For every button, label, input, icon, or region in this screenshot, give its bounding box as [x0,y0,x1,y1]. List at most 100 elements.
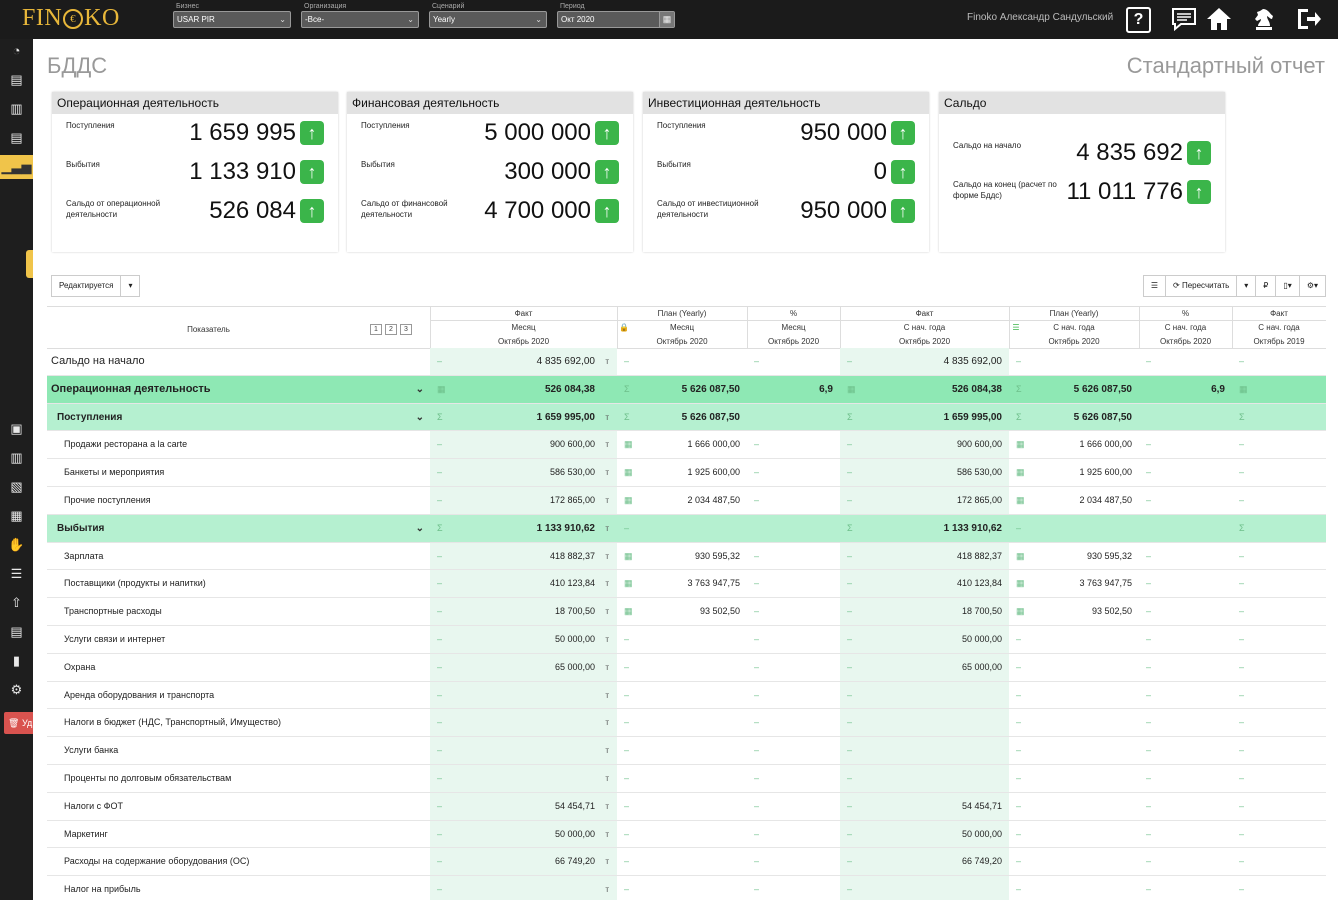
table-cell[interactable]: – 65 000,00 [840,653,1009,681]
table-cell[interactable]: – [1009,682,1139,709]
table-cell[interactable]: – т [430,737,617,764]
table-cell[interactable]: – [617,626,747,653]
trend-icon[interactable]: т [605,543,609,571]
trend-icon[interactable]: т [605,848,609,876]
table-cell[interactable]: – [747,348,840,375]
table-cell[interactable]: – [1009,737,1139,764]
table-cell[interactable]: – [1232,348,1326,375]
table-cell[interactable]: Σ 1 133 910,62 [840,515,1009,542]
presentation-icon[interactable]: ▣ [0,417,33,441]
table-cell[interactable]: Σ 5 626 087,50 [1009,404,1139,431]
period-input[interactable]: Окт 2020 [561,15,595,24]
table-cell[interactable]: – [1139,793,1232,820]
table-cell[interactable]: Σ [1232,404,1326,431]
trend-icon[interactable]: т [605,793,609,821]
table-cell[interactable]: – [1232,431,1326,458]
table-cell[interactable]: – [1232,793,1326,820]
table-cell[interactable]: – [1009,848,1139,875]
table-cell[interactable]: – 18 700,50 [840,598,1009,625]
table-cell[interactable]: – 172 865,00 т [430,487,617,514]
user-name[interactable]: Finoko Александр Сандульский [967,12,1113,23]
table-cell[interactable]: – 586 530,00 т [430,459,617,486]
table-cell[interactable]: – [747,793,840,820]
table-cell[interactable]: – [747,737,840,764]
trend-icon[interactable]: т [605,626,609,654]
table-cell[interactable]: – т [430,765,617,792]
table-cell[interactable]: – 900 600,00 [840,431,1009,459]
table-cell[interactable]: – [1232,654,1326,681]
gear-icon[interactable]: ⚙▾ [1299,275,1326,297]
logo[interactable]: FIN € KO [22,5,120,32]
chevron-down-icon[interactable]: ▾ [121,275,141,297]
help-icon[interactable]: ? [1126,7,1151,33]
table-cell[interactable]: ▦ 526 084,38 [430,376,617,403]
table-cell[interactable]: – [1139,543,1232,570]
table-cell[interactable]: ▦ 930 595,32 [617,543,747,570]
table-cell[interactable]: – [617,821,747,848]
business-select[interactable]: USAR PIR [177,15,215,24]
table-cell[interactable]: Σ 1 659 995,00 т [430,404,617,431]
table-cell[interactable]: – [1139,348,1232,375]
table-cell[interactable]: – [1139,737,1232,764]
organization-filter[interactable]: Организация -Все- ⌄ [301,2,419,28]
table-cell[interactable]: – [1009,626,1139,653]
table-cell[interactable]: – [1232,626,1326,653]
table-cell[interactable]: – [1139,626,1232,653]
invoice-icon[interactable]: ▤ [0,620,33,644]
table-cell[interactable]: – [617,348,747,375]
table-cell[interactable]: – [617,848,747,875]
table-cell[interactable]: 6,9 [1139,376,1232,403]
table-cell[interactable]: – 410 123,84 [840,570,1009,598]
table-cell[interactable]: ▦ 1 666 000,00 [617,431,747,458]
chevron-down-icon[interactable]: ⌄ [416,515,424,543]
trend-icon[interactable]: т [605,431,609,459]
scenario-select[interactable]: Yearly [433,15,455,24]
table-cell[interactable]: Σ 5 626 087,50 [1009,376,1139,403]
table-cell[interactable]: – [1009,654,1139,681]
trend-icon[interactable]: т [605,598,609,626]
table-cell[interactable]: – [747,876,840,900]
table-cell[interactable]: – [1139,876,1232,900]
table-cell[interactable]: – [747,431,840,458]
trend-icon[interactable]: т [605,709,609,737]
table-cell[interactable]: – [1232,821,1326,848]
city-icon[interactable]: ▥ [0,446,33,470]
trend-icon[interactable]: т [605,487,609,515]
table-cell[interactable]: – [1009,876,1139,900]
table-cell[interactable]: – [1232,737,1326,764]
table-cell[interactable]: – [1232,682,1326,709]
table-cell[interactable]: ▦ 1 925 600,00 [617,459,747,486]
table-cell[interactable]: – [1139,654,1232,681]
bar-chart-icon[interactable]: ▁▃▅ [0,155,33,179]
table-cell[interactable]: – 418 882,37 [840,542,1009,570]
table-cell[interactable]: – [1009,348,1139,375]
table-cell[interactable]: 6,9 [747,376,840,403]
trend-icon[interactable]: т [605,682,609,710]
table-cell[interactable]: – [1139,709,1232,736]
table-cell[interactable]: ▦ 1 925 600,00 [1009,459,1139,486]
chevron-down-icon[interactable]: ▾ [1237,275,1257,297]
table-cell[interactable]: Σ 1 659 995,00 [840,404,1009,431]
messages-icon[interactable] [1170,7,1198,33]
table-cell[interactable]: – [1139,848,1232,875]
table-cell[interactable]: – [1009,765,1139,792]
table-cell[interactable]: – [1139,682,1232,709]
table-cell[interactable]: – [1232,709,1326,736]
table-cell[interactable]: – [747,487,840,514]
trend-icon[interactable]: т [605,737,609,765]
table-cell[interactable]: ▦ 3 763 947,75 [617,570,747,597]
table-cell[interactable]: Σ 1 133 910,62 т [430,515,617,542]
recalculate-button[interactable]: ⟳ Пересчитать [1166,275,1238,297]
table-cell[interactable] [1139,404,1232,431]
table-cell[interactable]: – [747,821,840,848]
table-cell[interactable]: – [747,598,840,625]
table-cell[interactable]: – [1139,821,1232,848]
trend-icon[interactable]: т [605,876,609,900]
table-cell[interactable]: – [1139,487,1232,514]
table-cell[interactable]: – 65 000,00 т [430,653,617,682]
trend-icon[interactable]: т [605,654,609,682]
table-cell[interactable]: – [1139,765,1232,792]
table-cell[interactable]: – [1139,570,1232,597]
organization-select[interactable]: -Все- [305,15,324,24]
table-cell[interactable]: – [617,682,747,709]
